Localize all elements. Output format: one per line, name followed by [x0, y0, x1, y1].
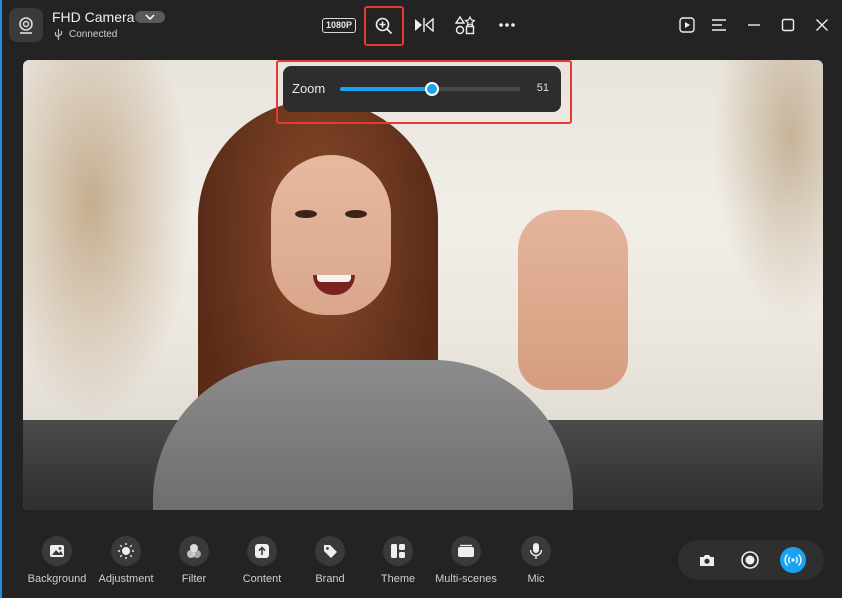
- camera-name: FHD Camera: [52, 9, 135, 25]
- mirror-icon: [415, 17, 434, 33]
- resolution-button[interactable]: 1080P: [321, 10, 357, 40]
- broadcast-icon: [784, 554, 802, 566]
- mirror-button[interactable]: [409, 10, 439, 40]
- shapes-icon: [455, 15, 475, 35]
- adjustment-button[interactable]: Adjustment: [91, 536, 161, 585]
- zoom-button[interactable]: [364, 6, 404, 46]
- more-button[interactable]: [492, 10, 522, 40]
- content-label: Content: [242, 573, 282, 585]
- video-library-icon: [679, 17, 695, 33]
- minimize-button[interactable]: [742, 13, 766, 37]
- theme-icon: [391, 544, 405, 558]
- content-button[interactable]: Content: [227, 536, 297, 585]
- multi-scenes-label: Multi-scenes: [435, 573, 497, 585]
- background-button[interactable]: Background: [22, 536, 92, 585]
- camera-preview: [23, 60, 823, 510]
- person-eye: [295, 210, 317, 218]
- zoom-panel: Zoom 51: [283, 66, 561, 112]
- minimize-icon: [748, 24, 760, 26]
- plant-decoration: [713, 60, 823, 320]
- brand-icon-circle: [315, 536, 345, 566]
- title-bar: FHD Camera Connected 1080P: [2, 0, 842, 52]
- camera-app-window: FHD Camera Connected 1080P Zoom 51 Backg…: [0, 0, 842, 598]
- maximize-icon: [781, 18, 795, 32]
- more-dots-icon: [499, 23, 515, 27]
- record-icon: [741, 551, 759, 569]
- tag-icon: [324, 545, 337, 558]
- usb-icon: [54, 29, 63, 40]
- person-eye: [345, 210, 367, 218]
- capture-controls: [678, 540, 824, 580]
- zoom-label: Zoom: [292, 81, 326, 96]
- theme-icon-circle: [383, 536, 413, 566]
- adjustment-icon-circle: [111, 536, 141, 566]
- content-icon-circle: [247, 536, 277, 566]
- image-icon: [50, 545, 64, 557]
- mic-icon: [529, 543, 543, 559]
- background-label: Background: [27, 573, 87, 585]
- zoom-slider[interactable]: [340, 82, 520, 96]
- zoom-in-icon: [375, 17, 393, 35]
- theme-button[interactable]: Theme: [363, 536, 433, 585]
- waving-hand: [518, 210, 628, 390]
- feature-toolbar: Background Adjustment Filter Content Bra…: [2, 530, 562, 590]
- maximize-button[interactable]: [776, 13, 800, 37]
- record-button[interactable]: [737, 547, 763, 573]
- mic-label: Mic: [527, 573, 545, 585]
- scenes-icon: [458, 544, 474, 557]
- person-hoodie: [153, 360, 573, 510]
- recordings-button[interactable]: [675, 13, 699, 37]
- mic-button[interactable]: Mic: [501, 536, 571, 585]
- multi-scenes-icon-circle: [451, 536, 481, 566]
- webcam-icon: [9, 8, 43, 42]
- zoom-slider-fill: [340, 87, 432, 91]
- sun-icon: [118, 543, 134, 559]
- plant-decoration: [23, 60, 193, 420]
- zoom-slider-handle[interactable]: [424, 82, 439, 96]
- filter-icon-circle: [179, 536, 209, 566]
- close-icon: [816, 19, 828, 31]
- upload-icon: [255, 544, 269, 558]
- close-button[interactable]: [810, 13, 834, 37]
- mic-icon-circle: [521, 536, 551, 566]
- background-icon-circle: [42, 536, 72, 566]
- multi-scenes-button[interactable]: Multi-scenes: [431, 536, 501, 585]
- camera-icon: [700, 555, 714, 566]
- connection-status-text: Connected: [69, 29, 118, 40]
- live-stream-button[interactable]: [780, 547, 806, 573]
- filter-label: Filter: [181, 573, 207, 585]
- effects-button[interactable]: [450, 10, 480, 40]
- camera-select-dropdown[interactable]: [135, 11, 165, 23]
- menu-button[interactable]: [707, 13, 731, 37]
- menu-icon: [712, 19, 726, 31]
- resolution-badge: 1080P: [321, 17, 357, 33]
- chevron-down-icon: [145, 14, 155, 20]
- filter-icon: [187, 544, 201, 558]
- theme-label: Theme: [380, 573, 416, 585]
- brand-button[interactable]: Brand: [295, 536, 365, 585]
- person-teeth: [317, 275, 351, 282]
- brand-label: Brand: [315, 573, 345, 585]
- filter-button[interactable]: Filter: [159, 536, 229, 585]
- adjustment-label: Adjustment: [98, 573, 154, 585]
- connection-status: Connected: [54, 29, 117, 40]
- snapshot-button[interactable]: [694, 547, 720, 573]
- zoom-value: 51: [536, 82, 549, 94]
